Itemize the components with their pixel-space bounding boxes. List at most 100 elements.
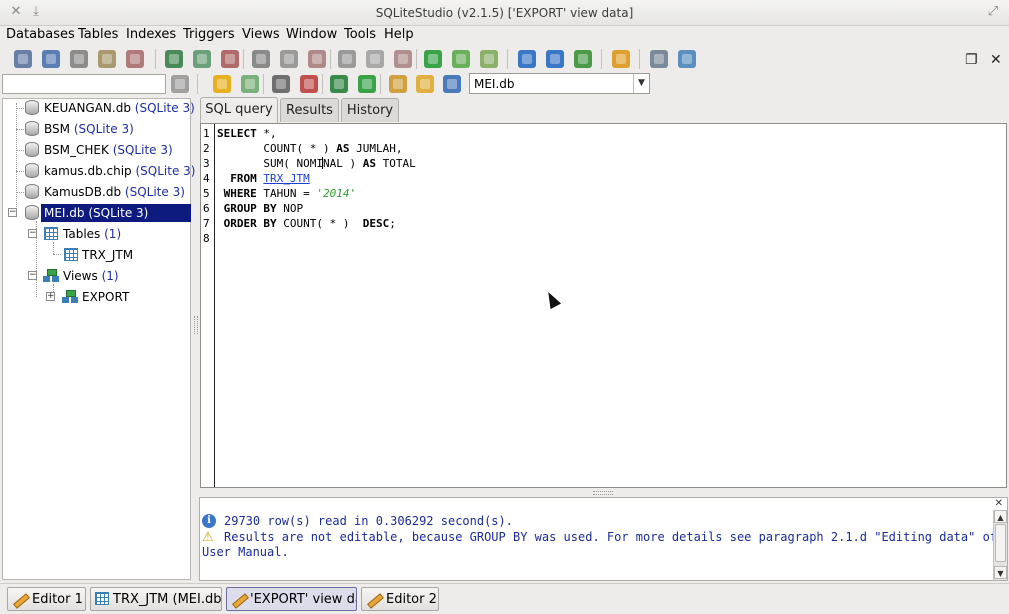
plugin-icon[interactable] (678, 50, 696, 68)
mdi-close-icon[interactable]: ✕ (990, 52, 1002, 68)
remove-table-icon[interactable] (221, 50, 239, 68)
close-icon[interactable]: ✕ (995, 498, 1003, 509)
menu-tables[interactable]: Tables (78, 27, 118, 42)
config-icon[interactable] (650, 50, 668, 68)
toolbar-separator (507, 49, 508, 69)
remove-trigger-icon[interactable] (394, 50, 412, 68)
expand-toggle[interactable]: + (46, 292, 55, 301)
mdi-restore-icon[interactable]: ❐ (965, 52, 978, 68)
edit-db-icon[interactable] (98, 50, 116, 68)
refresh-icon[interactable] (574, 50, 592, 68)
menu-indexes[interactable]: Indexes (126, 27, 176, 42)
remove-view-icon[interactable] (480, 50, 498, 68)
info-icon: i (202, 514, 216, 528)
collapse-toggle[interactable]: − (28, 229, 37, 238)
menu-triggers[interactable]: Triggers (183, 27, 235, 42)
table-icon (44, 227, 58, 240)
create-view-icon[interactable] (358, 75, 376, 93)
menu-help[interactable]: Help (384, 27, 414, 42)
remove-index-icon[interactable] (308, 50, 326, 68)
code-line: WHERE TAHUN = '2014' (217, 187, 357, 200)
messages-scrollbar[interactable]: ▲ ▼ (993, 510, 1007, 580)
warning-icon: ⚠ (202, 530, 214, 545)
menu-window[interactable]: Window (286, 27, 337, 42)
edit-view-icon[interactable] (452, 50, 470, 68)
tab-sql-query[interactable]: SQL query (200, 97, 278, 123)
message-info: 29730 row(s) read in 0.306292 second(s). (224, 514, 513, 528)
filter-icon[interactable] (171, 75, 189, 93)
menu-views[interactable]: Views (242, 27, 280, 42)
scroll-up-icon[interactable]: ▲ (994, 510, 1007, 523)
open-editor-icon[interactable] (612, 50, 630, 68)
database-tree: KEUANGAN.db (SQLite 3) BSM (SQLite 3) BS… (2, 98, 195, 580)
toolbar-separator (330, 49, 331, 69)
toolbar-separator (197, 74, 198, 94)
remove-db-icon[interactable] (126, 50, 144, 68)
new-sql-icon[interactable] (389, 75, 407, 93)
code-line: SELECT *, (217, 127, 277, 140)
sql-editor[interactable]: 1 2 3 4 5 6 7 8 SELECT *, COUNT( * ) AS … (200, 123, 1007, 488)
menu-databases[interactable]: Databases (6, 27, 75, 42)
tree-item-db[interactable]: KEUANGAN.db (SQLite 3) (23, 99, 195, 117)
add-table-icon[interactable] (165, 50, 183, 68)
add-db-icon[interactable] (70, 50, 88, 68)
view-icon (43, 269, 59, 282)
tree-item-db[interactable]: KamusDB.db (SQLite 3) (23, 183, 191, 201)
tree-item-db-selected[interactable]: MEI.db (SQLite 3) (41, 204, 191, 222)
add-view-icon[interactable] (424, 50, 442, 68)
table-icon (64, 248, 78, 261)
database-select-value: MEI.db (474, 77, 515, 91)
edit-table-icon[interactable] (193, 50, 211, 68)
export-results-icon[interactable] (330, 75, 348, 93)
edit-index-icon[interactable] (280, 50, 298, 68)
horizontal-splitter[interactable] (200, 489, 1007, 495)
scroll-thumb[interactable] (995, 524, 1006, 562)
main-toolbar (0, 46, 1009, 72)
tree-item-view[interactable]: EXPORT (62, 288, 172, 306)
tree-item-tables[interactable]: Tables (1) (43, 225, 163, 243)
format-sql-icon[interactable] (272, 75, 290, 93)
vertical-splitter[interactable] (192, 98, 198, 580)
toolbar-separator (639, 49, 640, 69)
task-view-data[interactable]: 'EXPORT' view data (226, 587, 357, 611)
tab-history[interactable]: History (341, 98, 399, 122)
tree-item-db[interactable]: kamus.db.chip (SQLite 3) (23, 162, 195, 180)
execute-query-icon[interactable] (213, 75, 231, 93)
toolbar-separator (322, 74, 323, 94)
task-editor-2[interactable]: Editor 2 (361, 587, 439, 611)
maximize-icon[interactable]: ⤢ (985, 4, 1001, 19)
disconnect-db-icon[interactable] (42, 50, 60, 68)
collapse-toggle[interactable]: − (8, 208, 17, 217)
collapse-toggle[interactable]: − (28, 271, 37, 280)
database-icon (25, 205, 39, 220)
title-bar: ✕ ⤓ SQLiteStudio (v2.1.5) ['EXPORT' view… (0, 0, 1009, 26)
clear-editor-icon[interactable] (300, 75, 318, 93)
explain-query-icon[interactable] (241, 75, 259, 93)
tree-item-db[interactable]: BSM (SQLite 3) (23, 120, 191, 138)
table-icon (95, 592, 109, 605)
toolbar-separator (380, 74, 381, 94)
task-table-window[interactable]: TRX_JTM (MEI.db) (90, 587, 222, 611)
menu-tools[interactable]: Tools (344, 27, 376, 42)
table-link[interactable]: TRX_JTM (263, 172, 309, 185)
view-icon (62, 290, 78, 303)
message-warning-cont: User Manual. (202, 545, 289, 559)
tree-item-views[interactable]: Views (1) (43, 267, 163, 285)
database-select[interactable]: MEI.db ▼ (469, 73, 650, 94)
edit-trigger-icon[interactable] (366, 50, 384, 68)
save-file-icon[interactable] (443, 75, 461, 93)
cascade-windows-icon[interactable] (518, 50, 536, 68)
add-index-icon[interactable] (252, 50, 270, 68)
scroll-down-icon[interactable]: ▼ (994, 566, 1007, 579)
open-file-icon[interactable] (416, 75, 434, 93)
tile-windows-icon[interactable] (546, 50, 564, 68)
window-taskbar: Editor 1 TRX_JTM (MEI.db) 'EXPORT' view … (0, 583, 1009, 614)
window-title: SQLiteStudio (v2.1.5) ['EXPORT' view dat… (375, 6, 634, 20)
tab-results[interactable]: Results (280, 98, 339, 122)
add-trigger-icon[interactable] (338, 50, 356, 68)
tree-item-db[interactable]: BSM_CHEK (SQLite 3) (23, 141, 191, 159)
tree-item-table[interactable]: TRX_JTM (63, 246, 173, 264)
connect-db-icon[interactable] (14, 50, 32, 68)
task-editor-1[interactable]: Editor 1 (7, 587, 86, 611)
code-line: SUM( NOMINAL ) AS TOTAL (217, 157, 416, 170)
